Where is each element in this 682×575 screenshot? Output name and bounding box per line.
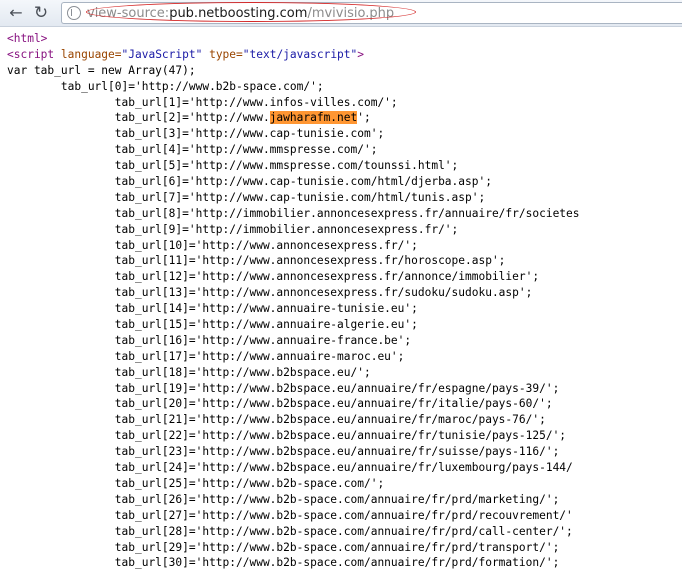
source-line: tab_url[26]='http://www.b2b-space.com/an… <box>7 492 560 506</box>
source-line: tab_url[24]='http://www.b2bspace.eu/annu… <box>7 461 573 475</box>
search-highlight: jawharafm.net <box>269 111 358 125</box>
source-entries: tab_url[1]='http://www.infos-villes.com/… <box>7 95 580 572</box>
url-text: view-source:pub.netboosting.com/mvivisio… <box>87 5 394 22</box>
source-line: tab_url[22]='http://www.b2bspace.eu/annu… <box>7 429 567 443</box>
source-line: tab_url[2]='http://www.jawharafm.net'; <box>7 111 371 125</box>
url-path: /mvivisio.php <box>307 6 395 21</box>
source-line: tab_url[21]='http://www.b2bspace.eu/annu… <box>7 413 546 427</box>
source-line: tab_url[11]='http://www.annoncesexpress.… <box>7 254 506 268</box>
source-line: tab_url[17]='http://www.annuaire-maroc.e… <box>7 349 405 363</box>
source-line: tab_url[13]='http://www.annoncesexpress.… <box>7 286 533 300</box>
source-line-first: tab_url[0]='http://www.b2b-space.com/'; <box>7 79 324 93</box>
source-line: tab_url[3]='http://www.cap-tunisie.com'; <box>7 127 385 141</box>
source-line: tab_url[12]='http://www.annoncesexpress.… <box>7 270 540 284</box>
page-info-icon[interactable] <box>67 6 81 20</box>
source-line: tab_url[9]='http://immobilier.annoncesex… <box>7 222 459 236</box>
source-line: tab_url[5]='http://www.mmspresse.com/tou… <box>7 159 459 173</box>
html-open-tag: <html> <box>7 32 48 45</box>
source-line: tab_url[25]='http://www.b2b-space.com/'; <box>7 476 385 490</box>
source-line: tab_url[30]='http://www.b2b-space.com/an… <box>7 556 560 570</box>
address-bar[interactable]: view-source:pub.netboosting.com/mvivisio… <box>61 2 682 24</box>
back-arrow-icon[interactable]: ← <box>6 3 26 23</box>
source-line: tab_url[6]='http://www.cap-tunisie.com/h… <box>7 175 492 189</box>
url-host: pub.netboosting.com <box>169 6 308 21</box>
source-line: tab_url[14]='http://www.annuaire-tunisie… <box>7 302 418 316</box>
source-line: tab_url[23]='http://www.b2bspace.eu/annu… <box>7 445 560 459</box>
source-line: tab_url[18]='http://www.b2bspace.eu/'; <box>7 365 371 379</box>
source-line: tab_url[10]='http://www.annoncesexpress.… <box>7 238 418 252</box>
source-line: tab_url[28]='http://www.b2b-space.com/an… <box>7 524 573 538</box>
source-code-view: <html> <script language="JavaScript" type… <box>7 31 580 571</box>
script-open-tag: <script language="JavaScript" type="text… <box>7 47 365 61</box>
source-line: tab_url[20]='http://www.b2bspace.eu/annu… <box>7 397 553 411</box>
reload-icon[interactable]: ↻ <box>31 3 51 23</box>
source-line: tab_url[19]='http://www.b2bspace.eu/annu… <box>7 381 560 395</box>
source-line: tab_url[16]='http://www.annuaire-france.… <box>7 333 412 347</box>
browser-toolbar: ← ↻ view-source:pub.netboosting.com/mviv… <box>0 0 682 27</box>
source-line: tab_url[27]='http://www.b2b-space.com/an… <box>7 508 573 522</box>
source-line: tab_url[4]='http://www.mmspresse.com/'; <box>7 143 378 157</box>
source-line: tab_url[8]='http://immobilier.annoncesex… <box>7 206 580 220</box>
url-scheme: view-source: <box>87 6 170 21</box>
source-line: tab_url[7]='http://www.cap-tunisie.com/h… <box>7 190 486 204</box>
source-line: tab_url[15]='http://www.annuaire-algerie… <box>7 318 418 332</box>
array-declaration: var tab_url = new Array(47); <box>7 63 196 77</box>
source-line: tab_url[1]='http://www.infos-villes.com/… <box>7 95 398 109</box>
source-line: tab_url[29]='http://www.b2b-space.com/an… <box>7 540 560 554</box>
